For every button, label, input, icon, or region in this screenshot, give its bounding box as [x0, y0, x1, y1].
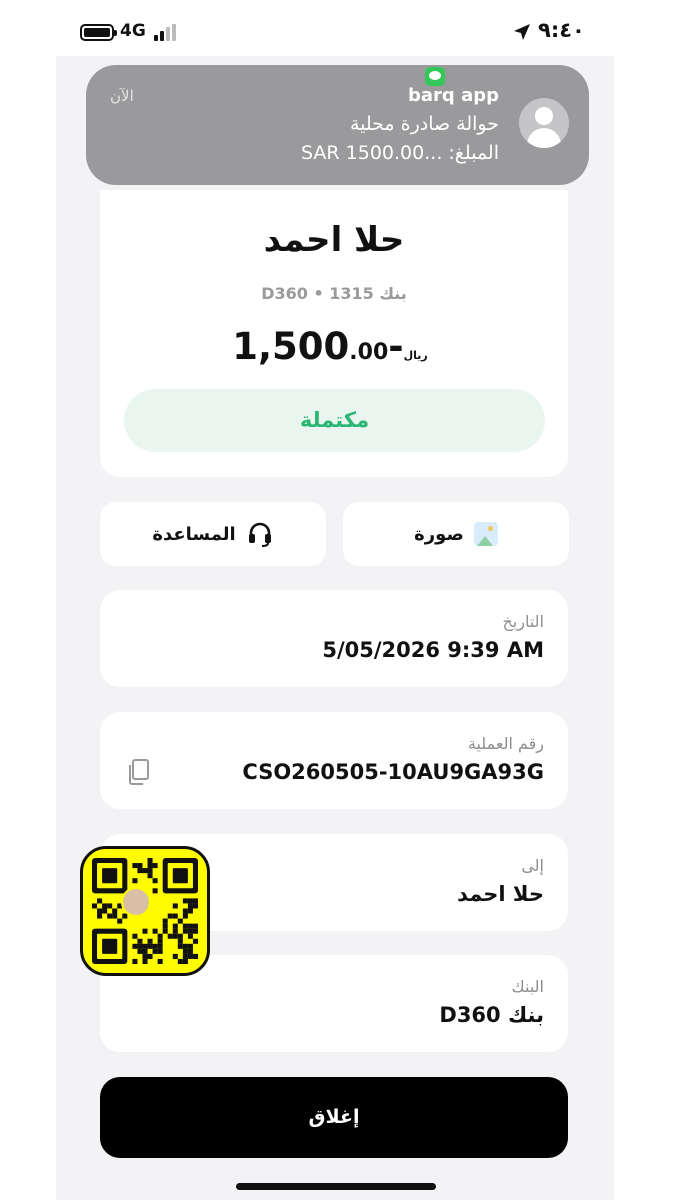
messages-app-icon [425, 67, 445, 86]
help-button-label: المساعدة [152, 523, 236, 545]
reference-value: CSO260505-10AU9GA93G [242, 760, 544, 784]
photo-button[interactable]: صورة [343, 502, 569, 566]
reference-card: رقم العملية CSO260505-10AU9GA93G [100, 712, 568, 809]
signal-icon [154, 24, 178, 41]
headset-icon [248, 522, 271, 547]
transaction-summary-card: حلا احمد بنك D360 • 1315 ريال-1,500.00 م… [100, 190, 568, 477]
help-button[interactable]: المساعدة [100, 502, 326, 566]
notification-app-name: barq app [408, 85, 499, 106]
photo-button-label: صورة [414, 523, 464, 545]
bank-label: البنك [511, 977, 544, 996]
bitmoji-avatar [121, 887, 151, 917]
network-label: 4G [120, 21, 146, 41]
clock: ٩:٤٠ [538, 18, 585, 42]
date-label: التاريخ [502, 612, 544, 631]
recipient-bank-line: بنك D360 • 1315 [261, 284, 407, 303]
recipient-value: حلا احمد [457, 882, 544, 906]
location-arrow-icon [514, 24, 530, 40]
recipient-label: إلى [521, 856, 544, 875]
status-bar: 4G ٩:٤٠ [0, 0, 675, 60]
amount: ريال-1,500.00 [100, 325, 568, 368]
status-badge: مكتملة [124, 389, 545, 452]
notification-amount-label: المبلغ: [448, 142, 499, 164]
notification-body: المبلغ: SAR 1500.00... [301, 142, 499, 164]
contact-avatar-icon [519, 98, 569, 148]
notification-banner[interactable]: barq app حوالة صادرة محلية المبلغ: SAR 1… [86, 65, 589, 185]
notification-time: الآن [110, 87, 134, 105]
copy-icon[interactable] [126, 758, 150, 786]
recipient-name: حلا احمد [263, 220, 405, 260]
close-button[interactable]: إغلاق [100, 1077, 568, 1158]
date-card: التاريخ 5/05/2026 9:39 AM [100, 590, 568, 687]
reference-label: رقم العملية [467, 734, 544, 753]
snapcode-qr-icon [80, 846, 210, 976]
image-icon [473, 522, 498, 546]
notification-amount-value: SAR 1500.00... [301, 142, 443, 164]
amount-decimal: .00 [349, 340, 389, 365]
date-value: 5/05/2026 9:39 AM [322, 638, 544, 662]
home-indicator [236, 1183, 436, 1190]
battery-icon [80, 24, 117, 41]
currency-label: ريال [403, 349, 428, 362]
bank-value: بنك D360 [439, 1003, 544, 1027]
notification-title: حوالة صادرة محلية [349, 113, 499, 135]
